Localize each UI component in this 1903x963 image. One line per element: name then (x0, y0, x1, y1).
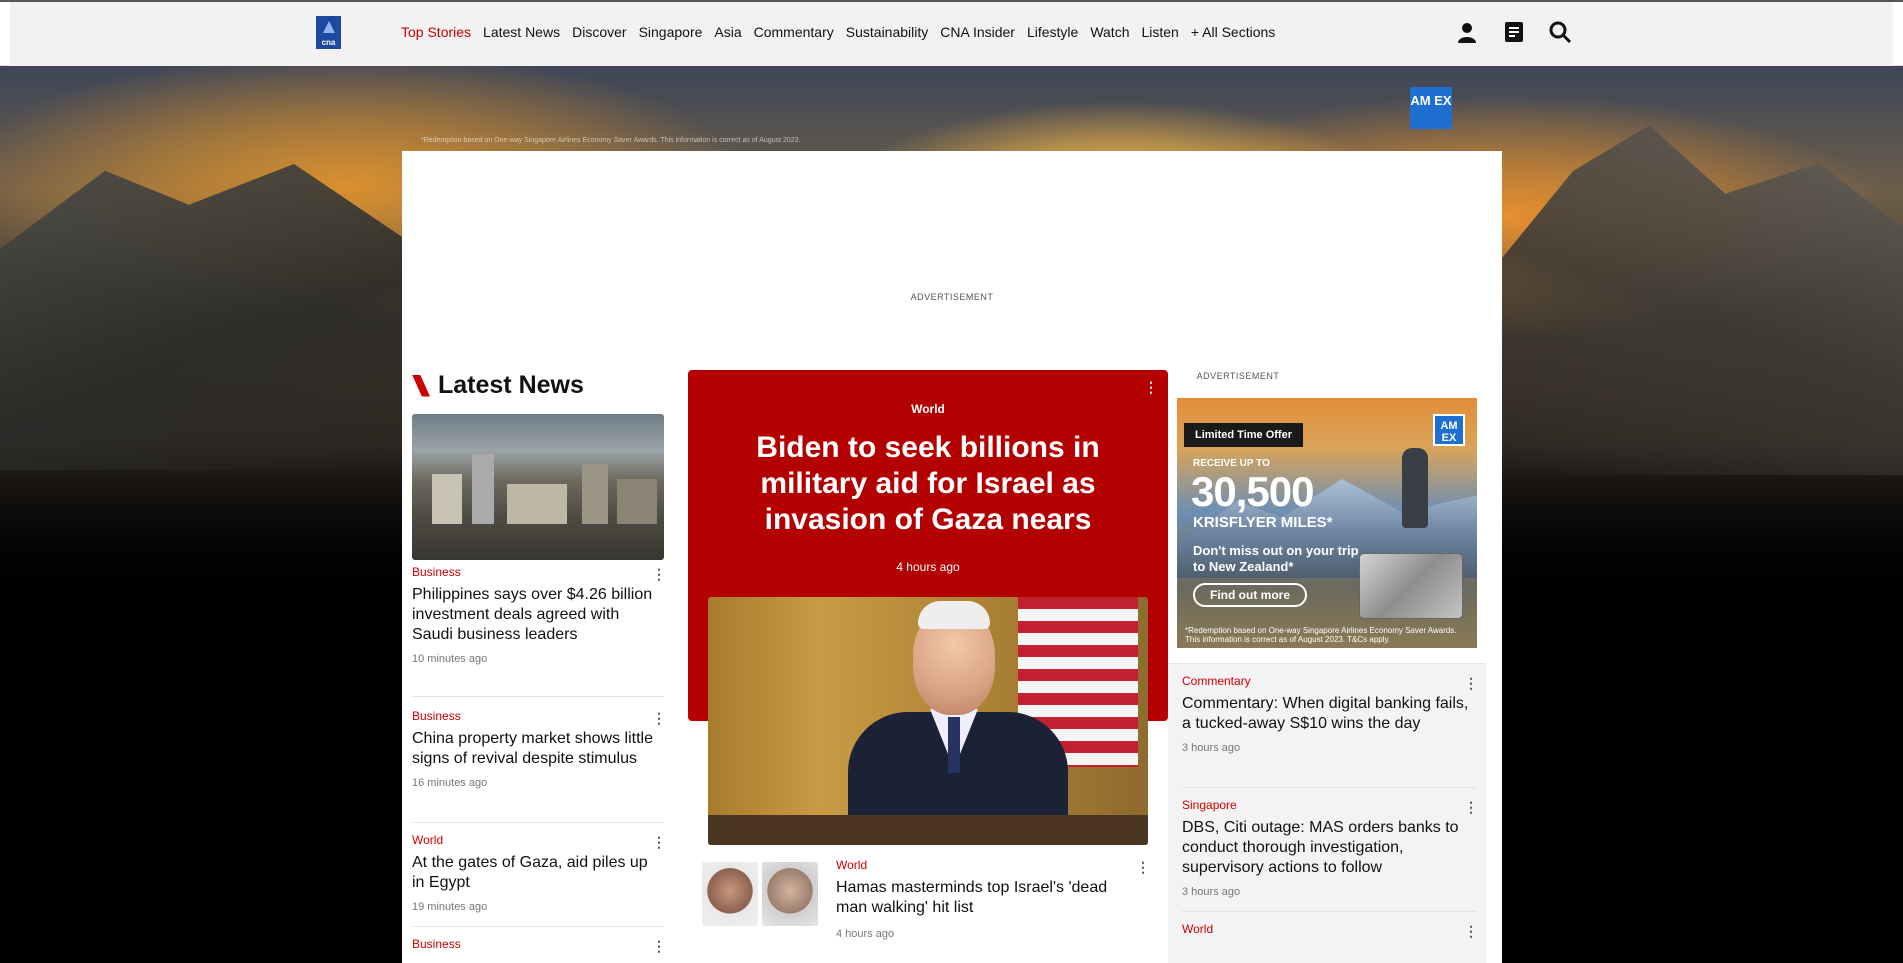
cna-logo[interactable]: cna (316, 16, 341, 49)
amex-advertisement[interactable]: Limited Time Offer AM EX RECEIVE UP TO 3… (1177, 398, 1477, 648)
news-category[interactable]: Business (412, 565, 664, 579)
more-options-icon[interactable]: ⋮ (1464, 676, 1478, 690)
nav-asia[interactable]: Asia (714, 24, 741, 40)
nav-commentary[interactable]: Commentary (754, 24, 834, 40)
latest-news-title: Latest News (438, 371, 584, 399)
sub-story-time: 4 hours ago (836, 928, 895, 940)
latest-news-item[interactable]: Business ⋮ (412, 937, 666, 963)
ad-miles: KRISFLYER MILES* (1193, 514, 1333, 531)
news-time: 19 minutes ago (412, 901, 488, 913)
news-time: 10 minutes ago (412, 653, 488, 665)
more-options-icon[interactable]: ⋮ (1464, 924, 1478, 938)
main-content: ADVERTISEMENT Latest News Business ⋮ Phi… (402, 151, 1502, 963)
latest-lead-image[interactable] (412, 414, 664, 560)
nav-latest-news[interactable]: Latest News (483, 24, 560, 40)
amex-card-image (1359, 553, 1463, 619)
nav-sustainability[interactable]: Sustainability (846, 24, 929, 40)
news-category[interactable]: Singapore (1182, 798, 1476, 812)
more-options-icon[interactable]: ⋮ (652, 835, 666, 849)
ad-fineprint: *Redemption based on One-way Singapore A… (1185, 626, 1457, 644)
ad-offer-badge: Limited Time Offer (1184, 423, 1303, 447)
more-options-icon[interactable]: ⋮ (652, 567, 666, 581)
main-nav: Top Stories Latest News Discover Singapo… (401, 24, 1287, 40)
more-options-icon[interactable]: ⋮ (652, 711, 666, 725)
sub-story-thumbnail[interactable] (702, 862, 758, 926)
more-options-icon[interactable]: ⋮ (652, 939, 666, 953)
more-options-icon[interactable]: ⋮ (1136, 860, 1150, 874)
more-options-icon[interactable]: ⋮ (1144, 380, 1158, 394)
news-category[interactable]: Commentary (1182, 674, 1476, 688)
news-headline[interactable]: Commentary: When digital banking fails, … (1182, 694, 1476, 734)
search-icon[interactable] (1548, 20, 1572, 44)
sub-story-headline[interactable]: Hamas masterminds top Israel's 'dead man… (836, 878, 1126, 918)
news-time: 16 minutes ago (412, 777, 488, 789)
latest-news-item[interactable]: Business ⋮ China property market shows l… (412, 709, 666, 823)
nav-singapore[interactable]: Singapore (639, 24, 703, 40)
latest-news-heading[interactable]: Latest News (412, 371, 584, 400)
latest-news-item[interactable]: World ⋮ At the gates of Gaza, aid piles … (412, 833, 666, 927)
amex-logo[interactable]: AM EX (1410, 87, 1452, 129)
user-icon[interactable] (1455, 20, 1479, 44)
amex-logo: AM EX (1433, 414, 1465, 446)
news-category[interactable]: World (1182, 922, 1476, 936)
nav-listen[interactable]: Listen (1141, 24, 1178, 40)
right-news-item[interactable]: World ⋮ (1182, 922, 1478, 962)
ad-find-out-more-button[interactable]: Find out more (1193, 583, 1307, 607)
sub-story[interactable]: World ⋮ Hamas masterminds top Israel's '… (702, 858, 1152, 948)
news-time: 3 hours ago (1182, 886, 1241, 898)
news-headline[interactable]: At the gates of Gaza, aid piles up in Eg… (412, 853, 664, 893)
right-news-item[interactable]: Singapore ⋮ DBS, Citi outage: MAS orders… (1182, 798, 1478, 912)
nav-cna-insider[interactable]: CNA Insider (940, 24, 1015, 40)
news-headline[interactable]: China property market shows little signs… (412, 729, 664, 769)
news-category[interactable]: Business (412, 937, 664, 951)
nav-discover[interactable]: Discover (572, 24, 626, 40)
ad-copy: Don't miss out on your trip to New Zeala… (1193, 543, 1359, 574)
news-category[interactable]: World (412, 833, 664, 847)
news-category[interactable]: Business (412, 709, 664, 723)
nav-watch[interactable]: Watch (1090, 24, 1129, 40)
nav-lifestyle[interactable]: Lifestyle (1027, 24, 1078, 40)
ad-amount: 30,500 (1191, 468, 1314, 515)
hero-headline[interactable]: Biden to seek billions in military aid f… (728, 430, 1128, 538)
hero-time: 4 hours ago (896, 560, 960, 574)
right-news-item[interactable]: Commentary ⋮ Commentary: When digital ba… (1182, 674, 1478, 788)
brand-slash-icon (412, 374, 430, 397)
document-icon[interactable] (1502, 20, 1526, 44)
sub-story-category[interactable]: World (836, 858, 867, 872)
news-headline[interactable]: DBS, Citi outage: MAS orders banks to co… (1182, 818, 1476, 878)
hiker-figure (1402, 448, 1428, 528)
news-headline[interactable]: Philippines says over $4.26 billion inve… (412, 585, 664, 645)
latest-news-item[interactable]: Business ⋮ Philippines says over $4.26 b… (412, 565, 666, 697)
advertisement-label: ADVERTISEMENT (1196, 371, 1280, 381)
more-options-icon[interactable]: ⋮ (1464, 800, 1478, 814)
hero-category[interactable]: World (688, 402, 1168, 416)
nav-all-sections[interactable]: + All Sections (1191, 24, 1275, 40)
background-fineprint: *Redemption based on One-way Singapore A… (421, 137, 801, 144)
hero-image[interactable] (708, 597, 1148, 845)
right-news-list: Commentary ⋮ Commentary: When digital ba… (1168, 663, 1486, 963)
sub-story-thumbnail[interactable] (762, 862, 818, 926)
advertisement-label: ADVERTISEMENT (910, 292, 994, 302)
news-time: 3 hours ago (1182, 742, 1241, 754)
nav-top-stories[interactable]: Top Stories (401, 24, 471, 40)
